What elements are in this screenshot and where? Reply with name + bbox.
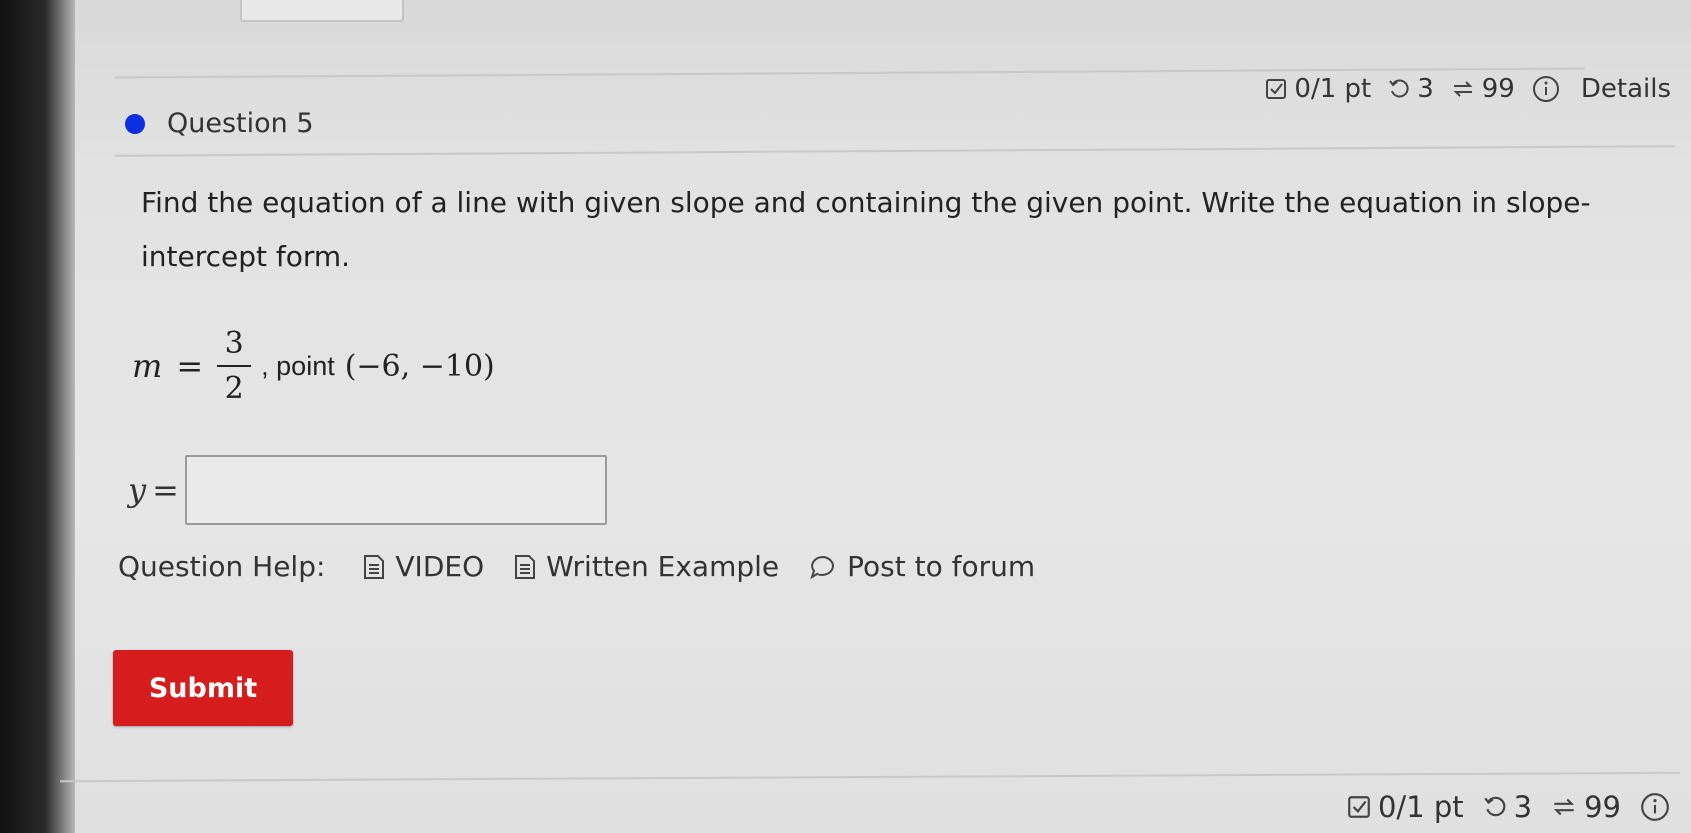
answer-equals: = <box>152 471 179 509</box>
question-title: Question 5 <box>167 108 314 139</box>
next-question-meta-bar: 0/1 pt 3 99 <box>1346 790 1671 824</box>
written-example-label: Written Example <box>546 550 780 583</box>
document-icon <box>364 554 385 579</box>
header-bottom-divider <box>115 145 1675 157</box>
point-label: , point <box>261 350 335 381</box>
slope-numerator: 3 <box>224 326 244 361</box>
score-text: 0/1 pt <box>1294 74 1372 104</box>
slope-variable: m <box>132 347 163 385</box>
video-link[interactable]: VIDEO <box>363 550 484 583</box>
slope-fraction: 3 2 <box>217 326 252 406</box>
question-meta-bar: 0/1 pt 3 99 Details <box>1264 74 1671 104</box>
point-value: (−6, −10) <box>344 348 495 384</box>
video-label: VIDEO <box>395 550 485 583</box>
check-square-icon <box>1348 796 1370 818</box>
help-label: Question Help: <box>118 550 326 583</box>
footer-score-text: 0/1 pt <box>1377 790 1464 824</box>
document-icon <box>515 554 536 579</box>
given-values: m = 3 2 , point (−6, −10) <box>132 326 495 406</box>
answer-input[interactable] <box>184 455 607 525</box>
retries-indicator: 3 <box>1387 74 1434 104</box>
page: 0/1 pt 3 99 Details <box>75 0 1691 833</box>
footer-attempts-indicator: 99 <box>1550 790 1621 824</box>
question-status-dot <box>125 113 145 134</box>
question-prompt: Find the equation of a line with given s… <box>141 186 1591 273</box>
score-indicator: 0/1 pt <box>1264 74 1371 104</box>
attempts-indicator: 99 <box>1450 74 1515 104</box>
attempts-count: 99 <box>1481 74 1515 104</box>
retry-icon <box>1484 796 1506 817</box>
attempts-icon <box>1553 798 1575 816</box>
comment-icon <box>810 555 835 579</box>
fraction-bar <box>217 365 252 367</box>
answer-row: y = <box>128 455 607 525</box>
check-square-icon <box>1266 79 1287 99</box>
submit-button[interactable]: Submit <box>113 650 293 726</box>
details-toggle[interactable]: Details <box>1531 74 1671 104</box>
info-icon[interactable] <box>1639 791 1671 823</box>
slope-equals: = <box>176 347 204 385</box>
previous-input-box <box>240 0 404 22</box>
question-heading: Question 5 <box>125 108 314 139</box>
footer-retries-count: 3 <box>1513 790 1533 824</box>
attempts-icon <box>1453 81 1473 97</box>
post-to-forum-label: Post to forum <box>847 550 1036 583</box>
retry-icon <box>1389 79 1409 98</box>
answer-variable: y <box>128 471 147 509</box>
footer-retries-indicator: 3 <box>1482 790 1532 824</box>
slope-denominator: 2 <box>224 371 244 406</box>
footer-score-indicator: 0/1 pt <box>1346 790 1464 824</box>
post-to-forum-link[interactable]: Post to forum <box>809 550 1035 583</box>
info-icon <box>1532 76 1559 102</box>
retries-count: 3 <box>1417 74 1434 104</box>
written-example-link[interactable]: Written Example <box>514 550 779 583</box>
question-help: Question Help: VIDEO Written Example Pos… <box>118 550 1065 583</box>
footer-attempts-count: 99 <box>1584 790 1621 824</box>
details-label: Details <box>1580 74 1671 104</box>
